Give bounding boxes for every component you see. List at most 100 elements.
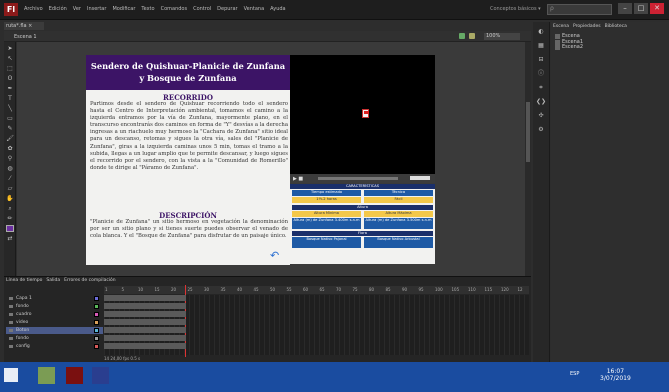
stage-scrollbar[interactable] — [525, 42, 531, 276]
search-input[interactable]: ρ — [547, 4, 612, 15]
play-icon[interactable]: ▶ ■ — [293, 176, 303, 182]
ruler-tick: 75 — [352, 287, 358, 292]
components-panel-icon[interactable]: ⚙ — [536, 126, 546, 134]
volume-bar[interactable] — [410, 176, 430, 180]
frame-span[interactable] — [104, 303, 186, 309]
swatches-panel-icon[interactable]: ▦ — [536, 42, 546, 50]
text-tool-icon[interactable]: T — [6, 95, 14, 102]
pencil-tool-icon[interactable]: ✎ — [6, 125, 14, 132]
layer-row[interactable]: Capa 1 — [6, 295, 103, 302]
back-arrow-icon[interactable]: ↶ — [270, 250, 286, 261]
frame-grid[interactable] — [104, 285, 529, 357]
timeline-panel: Línea de tiempo Salida Errores de compil… — [4, 276, 531, 362]
tab-salida[interactable]: Salida — [46, 278, 60, 283]
frame-span[interactable] — [104, 327, 186, 333]
scene-label[interactable]: Escena 1 — [14, 34, 37, 40]
layer-color-icon[interactable] — [94, 328, 99, 333]
code-panel-icon[interactable]: ❮❯ — [536, 98, 546, 106]
layer-row[interactable]: config — [6, 343, 103, 350]
zoom-tool-icon[interactable]: ⌕ — [6, 205, 14, 212]
frame-span[interactable] — [104, 343, 186, 349]
menu-comandos[interactable]: Comandos — [161, 6, 188, 12]
frame-ruler[interactable]: 1 5 10 15 20 25 30 35 40 45 50 55 60 65 70 75 80 85 90 95 10… — [104, 286, 529, 294]
layer-row[interactable]: fondo — [6, 303, 103, 310]
align-panel-icon[interactable]: ⊟ — [536, 56, 546, 64]
maximize-button[interactable]: □ — [634, 3, 648, 14]
menu-modificar[interactable]: Modificar — [112, 6, 135, 12]
edit-scene-icon[interactable] — [459, 33, 465, 39]
frame-span[interactable] — [104, 295, 186, 301]
table-cell: Técnica — [364, 190, 433, 196]
video-player[interactable] — [290, 55, 435, 174]
menu-edicion[interactable]: Edición — [49, 6, 67, 12]
layer-name: fondo — [16, 304, 29, 309]
frame-span[interactable] — [104, 311, 186, 317]
lasso-tool-icon[interactable]: ʘ — [6, 75, 14, 82]
bucket-tool-icon[interactable]: ◍ — [6, 165, 14, 172]
menu-ayuda[interactable]: Ayuda — [270, 6, 285, 12]
layer-color-icon[interactable] — [94, 304, 99, 309]
tab-errores[interactable]: Errores de compilación — [64, 278, 116, 283]
table-cell: Altura (m) de Zunfana 3.400m s.n.m — [292, 218, 361, 229]
clock[interactable]: 16:07 3/07/2019 — [600, 368, 631, 382]
menu-control[interactable]: Control — [193, 6, 211, 12]
layer-row[interactable]: fondo — [6, 335, 103, 342]
tab-biblioteca[interactable]: Biblioteca — [605, 24, 627, 29]
layer-row[interactable]: cuadro — [6, 311, 103, 318]
subselection-tool-icon[interactable]: ↖ — [6, 55, 14, 62]
edit-symbol-icon[interactable] — [469, 33, 475, 39]
tab-linea-de-tiempo[interactable]: Línea de tiempo — [6, 278, 42, 283]
info-panel-icon[interactable]: ⓘ — [536, 70, 546, 78]
scrollbar-thumb[interactable] — [526, 102, 530, 162]
layer-row[interactable]: Boton — [6, 327, 103, 334]
deco-tool-icon[interactable]: ✿ — [6, 145, 14, 152]
pen-tool-icon[interactable]: ✒ — [6, 85, 14, 92]
page-title: Sendero de Quishuar-Planicie de Zunfana … — [86, 55, 290, 90]
minimize-button[interactable]: – — [618, 3, 632, 14]
language-indicator[interactable]: ESP — [570, 371, 579, 377]
stroke-color-icon[interactable]: ✏ — [6, 215, 14, 222]
zoom-select[interactable]: 100% — [484, 33, 520, 40]
menu-ventana[interactable]: Ventana — [244, 6, 265, 12]
eraser-tool-icon[interactable]: ▱ — [6, 185, 14, 192]
layer-color-icon[interactable] — [94, 344, 99, 349]
swap-colors-icon[interactable]: ⇄ — [6, 235, 14, 242]
menu-insertar[interactable]: Insertar — [87, 6, 106, 12]
close-button[interactable]: ✕ — [650, 3, 664, 14]
transform-tool-icon[interactable]: ⬚ — [6, 65, 14, 72]
file-explorer-icon[interactable] — [38, 367, 55, 384]
layer-color-icon[interactable] — [94, 312, 99, 317]
selection-tool-icon[interactable]: ➤ — [6, 45, 14, 52]
fill-color-swatch[interactable] — [6, 225, 14, 232]
frame-span[interactable] — [104, 319, 186, 325]
workspace-switcher[interactable]: Conceptos básicos ▾ — [490, 6, 541, 12]
frame-span[interactable] — [104, 335, 186, 341]
layer-color-icon[interactable] — [94, 296, 99, 301]
table-cell: Fácil — [364, 197, 433, 203]
document-tab[interactable]: ruta*.fla × — [4, 22, 44, 30]
menu-depurar[interactable]: Depurar — [217, 6, 237, 12]
flash-app-icon[interactable] — [66, 367, 83, 384]
eyedropper-tool-icon[interactable]: ⁄ — [6, 175, 14, 182]
layer-color-icon[interactable] — [94, 320, 99, 325]
list-item[interactable]: Escena2 — [555, 44, 583, 51]
layer-row[interactable]: video — [6, 319, 103, 326]
brush-tool-icon[interactable]: 🖌 — [6, 135, 14, 142]
motion-panel-icon[interactable]: ✣ — [536, 112, 546, 120]
bone-tool-icon[interactable]: ⚲ — [6, 155, 14, 162]
layer-color-icon[interactable] — [94, 336, 99, 341]
rectangle-tool-icon[interactable]: ▭ — [6, 115, 14, 122]
tab-escena[interactable]: Escena — [553, 24, 569, 29]
menu-texto[interactable]: Texto — [141, 6, 154, 12]
color-panel-icon[interactable]: ◐ — [536, 28, 546, 36]
menu-archivo[interactable]: Archivo — [24, 6, 43, 12]
menu-ver[interactable]: Ver — [73, 6, 81, 12]
photoshop-app-icon[interactable] — [92, 367, 109, 384]
table-cell: Altura — [292, 205, 433, 210]
tab-propiedades[interactable]: Propiedades — [573, 24, 601, 29]
line-tool-icon[interactable]: ╲ — [6, 105, 14, 112]
seek-bar[interactable] — [318, 177, 398, 180]
transform-panel-icon[interactable]: ⌗ — [536, 84, 546, 92]
hand-tool-icon[interactable]: ✋ — [6, 195, 14, 202]
windows-start-icon[interactable] — [4, 368, 18, 382]
